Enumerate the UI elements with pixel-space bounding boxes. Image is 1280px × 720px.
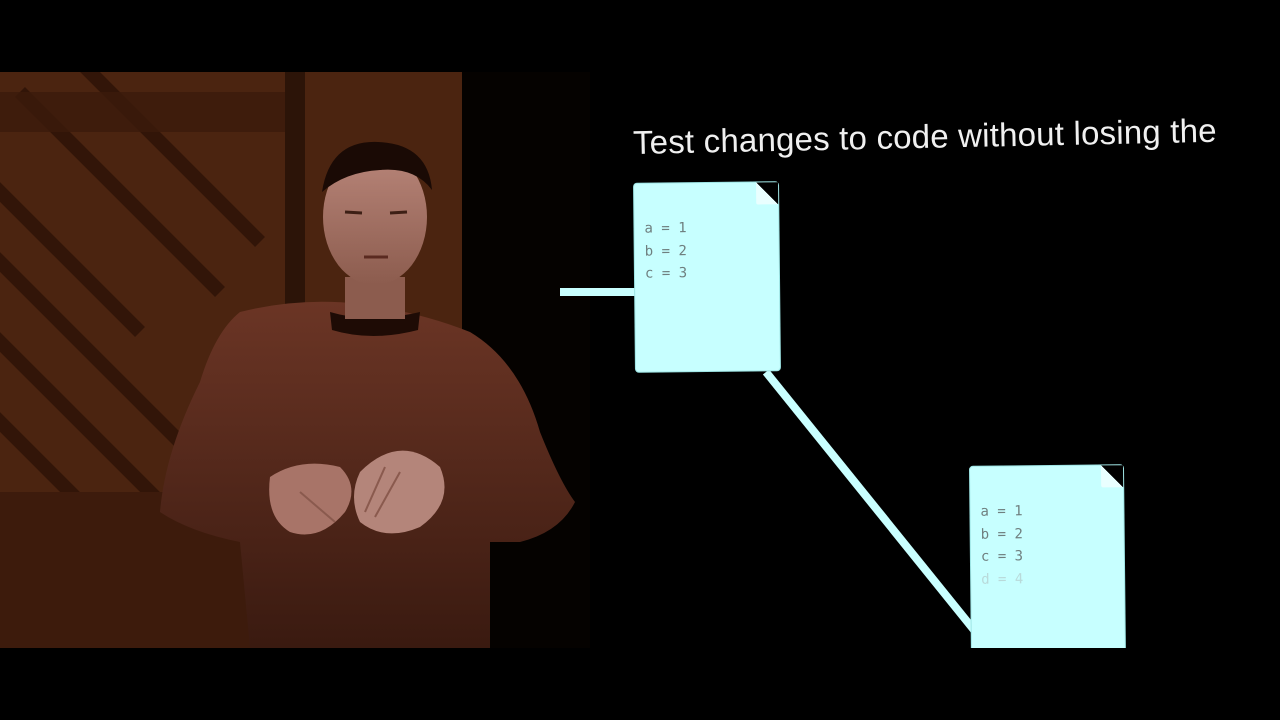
code-document-1: a = 1 b = 2 c = 3 — [634, 182, 780, 372]
speaker-video — [0, 72, 590, 648]
presentation-slide: Test changes to code without losing the … — [540, 72, 1280, 663]
code-line-new: d = 4 — [981, 570, 1024, 588]
video-frame: Test changes to code without losing the … — [0, 0, 1280, 720]
letterbox-top — [0, 0, 1280, 72]
document-code: a = 1 b = 2 c = 3 — [644, 217, 687, 285]
document-code: a = 1 b = 2 c = 3 d = 4 — [980, 500, 1023, 590]
code-line: c = 3 — [980, 548, 1024, 565]
code-line: b = 2 — [980, 525, 1023, 543]
file-icon — [756, 182, 779, 205]
code-line: b = 2 — [644, 242, 687, 260]
file-icon — [1100, 465, 1124, 488]
code-line: c = 3 — [644, 265, 688, 282]
code-line: a = 1 — [644, 220, 687, 237]
letterbox-bottom — [0, 648, 1280, 720]
code-line: a = 1 — [980, 503, 1023, 520]
code-document-2: a = 1 b = 2 c = 3 d = 4 — [969, 465, 1126, 663]
speaker-image — [0, 72, 590, 648]
